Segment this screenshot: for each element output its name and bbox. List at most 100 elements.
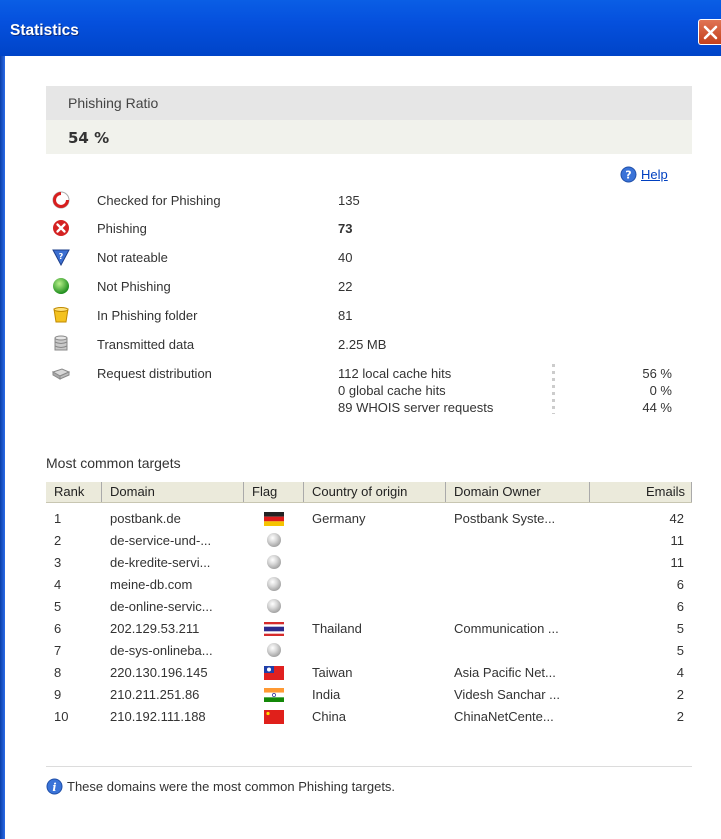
cell-domain: postbank.de (110, 511, 181, 526)
india-flag-icon (264, 688, 284, 702)
info-icon: i (46, 778, 63, 795)
distribution-local-pct: 56 % (642, 366, 672, 381)
cell-rank: 5 (54, 599, 62, 614)
cell-emails: 2 (676, 687, 684, 702)
phishing-folder-icon (53, 307, 69, 323)
stat-row-transmitted: Transmitted data 2.25 MB (52, 334, 692, 356)
phishing-ratio-value: 54 % (68, 129, 110, 147)
help-link[interactable]: Help (641, 167, 668, 182)
cell-rank: 4 (54, 577, 62, 592)
close-button[interactable] (698, 19, 721, 45)
cell-domain: 210.211.251.86 (110, 687, 200, 702)
cell-domain: 202.129.53.211 (110, 621, 200, 636)
cell-domain: de-online-servic... (110, 599, 213, 614)
not-rateable-icon: ? (52, 249, 70, 266)
server-icon (52, 368, 70, 380)
stat-label: Not Phishing (97, 279, 171, 294)
cell-rank: 7 (54, 643, 62, 658)
table-row[interactable]: 5 de-online-servic... 6 (46, 596, 692, 618)
cell-domain: de-kredite-servi... (110, 555, 211, 570)
phishing-icon (53, 220, 69, 236)
cell-domain: meine-db.com (110, 577, 193, 592)
cell-rank: 9 (54, 687, 62, 702)
germany-flag-icon (264, 512, 284, 526)
phishing-ratio-label: Phishing Ratio (68, 95, 159, 111)
stat-label: Transmitted data (97, 337, 195, 352)
targets-title: Most common targets (46, 455, 181, 471)
checked-icon (52, 191, 70, 209)
svg-text:i: i (52, 781, 56, 794)
stat-label: Checked for Phishing (97, 193, 221, 208)
footer-note: i These domains were the most common Phi… (46, 778, 395, 795)
column-flag[interactable]: Flag (244, 482, 304, 502)
table-row[interactable]: 10 210.192.111.188 China ChinaNetCente... 2 (46, 706, 692, 728)
table-row[interactable]: 6 202.129.53.211 Thailand Communication ...… (46, 618, 692, 640)
svg-text:?: ? (625, 169, 631, 182)
cell-owner: Communication ... (454, 621, 559, 636)
cell-owner: Videsh Sanchar ... (454, 687, 560, 702)
column-owner[interactable]: Domain Owner (446, 482, 590, 502)
cell-owner: ChinaNetCente... (454, 709, 554, 724)
distribution-local-cache: 112 local cache hits (338, 366, 452, 381)
table-row[interactable]: 3 de-kredite-servi... 11 (46, 552, 692, 574)
table-row[interactable]: 7 de-sys-onlineba... 5 (46, 640, 692, 662)
cell-rank: 2 (54, 533, 62, 548)
cell-emails: 2 (676, 709, 684, 724)
stat-label: In Phishing folder (97, 308, 198, 323)
column-emails[interactable]: Emails (590, 482, 692, 502)
cell-emails: 4 (676, 665, 684, 680)
footer-text: These domains were the most common Phish… (67, 779, 396, 794)
cell-country: Thailand (312, 621, 362, 636)
phishing-ratio-header: Phishing Ratio (46, 86, 692, 120)
distribution-whois-pct: 44 % (642, 400, 672, 415)
title-bar[interactable]: Statistics (0, 0, 721, 56)
stat-value: 40 (338, 250, 353, 265)
stat-value: 81 (338, 308, 353, 323)
cell-rank: 8 (54, 665, 62, 680)
stat-value: 2.25 MB (338, 337, 387, 352)
unknown-flag-icon (267, 577, 281, 591)
stat-row-not-rateable: ? Not rateable 40 (52, 247, 692, 269)
distribution-separator (552, 364, 555, 414)
svg-text:?: ? (59, 252, 64, 261)
stat-row-phishing-folder: In Phishing folder 81 (52, 305, 692, 327)
cell-owner: Postbank Syste... (454, 511, 556, 526)
cell-rank: 3 (54, 555, 62, 570)
column-country[interactable]: Country of origin (304, 482, 446, 502)
cell-emails: 11 (670, 555, 685, 570)
stat-value: 22 (338, 279, 353, 294)
cell-rank: 1 (54, 511, 62, 526)
help-link-container[interactable]: ? Help (620, 166, 668, 183)
table-header: Rank Domain Flag Country of origin Domai… (46, 482, 692, 503)
stat-row-phishing: Phishing 73 (52, 218, 692, 240)
cell-emails: 11 (670, 533, 685, 548)
column-rank[interactable]: Rank (46, 482, 102, 502)
distribution-global-pct: 0 % (649, 383, 672, 398)
table-row[interactable]: 8 220.130.196.145 Taiwan Asia Pacific Net..… (46, 662, 692, 684)
cell-domain: 220.130.196.145 (110, 665, 208, 680)
stat-label: Not rateable (97, 250, 168, 265)
distribution-whois: 89 WHOIS server requests (338, 400, 494, 415)
cell-country: Taiwan (312, 665, 353, 680)
cell-emails: 6 (676, 599, 684, 614)
taiwan-flag-icon (264, 666, 284, 680)
distribution-global-cache: 0 global cache hits (338, 383, 446, 398)
stat-row-not-phishing: Not Phishing 22 (52, 276, 692, 298)
cell-rank: 6 (54, 621, 62, 636)
table-row[interactable]: 4 meine-db.com 6 (46, 574, 692, 596)
cell-country: China (312, 709, 346, 724)
table-row[interactable]: 1 postbank.de Germany Postbank Syste... 42 (46, 508, 692, 530)
table-row[interactable]: 9 210.211.251.86 India Videsh Sanchar ... 2 (46, 684, 692, 706)
cell-emails: 6 (676, 577, 684, 592)
thailand-flag-icon (264, 622, 284, 636)
help-icon: ? (620, 166, 637, 183)
close-icon (703, 25, 718, 40)
unknown-flag-icon (267, 643, 281, 657)
stat-row-checked: Checked for Phishing 135 (52, 190, 692, 212)
database-icon (54, 335, 68, 351)
table-row[interactable]: 2 de-service-und-... 11 (46, 530, 692, 552)
cell-emails: 5 (676, 621, 684, 636)
cell-domain: 210.192.111.188 (110, 709, 206, 724)
column-domain[interactable]: Domain (102, 482, 244, 502)
stat-label: Request distribution (97, 366, 212, 381)
